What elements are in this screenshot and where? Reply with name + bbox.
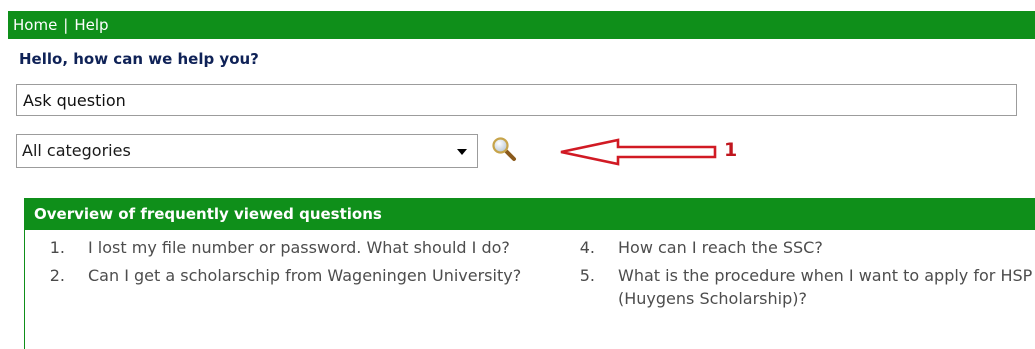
faq-question-link[interactable]: I lost my file number or password. What … — [88, 238, 510, 257]
faq-question-link[interactable]: What is the procedure when I want to app… — [618, 266, 1032, 308]
faq-item-number: 4. — [579, 238, 595, 257]
faq-title: Overview of frequently viewed questions — [25, 198, 1035, 230]
faq-item: 5. What is the procedure when I want to … — [555, 264, 1035, 310]
nav-home-link[interactable]: Home — [13, 16, 57, 34]
faq-item-number: 1. — [49, 238, 65, 257]
nav-separator: | — [63, 16, 69, 34]
faq-list-right: 4. How can I reach the SSC? 5. What is t… — [555, 236, 1035, 315]
category-selected-value: All categories — [22, 141, 131, 160]
annotation-number: 1 — [724, 139, 738, 161]
faq-list-left: 1. I lost my file number or password. Wh… — [25, 236, 535, 292]
faq-item: 4. How can I reach the SSC? — [555, 236, 1035, 259]
top-nav-bar: Home | Help — [8, 11, 1035, 39]
faq-panel: Overview of frequently viewed questions … — [24, 198, 1035, 349]
chevron-down-icon — [457, 149, 467, 155]
ask-question-input[interactable] — [16, 84, 1017, 116]
faq-item: 2. Can I get a scholarschip from Wagenin… — [25, 264, 535, 287]
faq-question-link[interactable]: How can I reach the SSC? — [618, 238, 823, 257]
magnifier-icon — [492, 137, 516, 161]
help-heading: Hello, how can we help you? — [19, 50, 259, 68]
faq-question-link[interactable]: Can I get a scholarschip from Wageningen… — [88, 266, 521, 285]
search-button[interactable] — [490, 135, 518, 163]
annotation-arrow — [560, 138, 717, 166]
faq-item-number: 5. — [579, 266, 595, 285]
category-select[interactable]: All categories — [16, 134, 478, 168]
faq-item-number: 2. — [49, 266, 65, 285]
nav-help-link[interactable]: Help — [74, 16, 108, 34]
faq-item: 1. I lost my file number or password. Wh… — [25, 236, 535, 259]
